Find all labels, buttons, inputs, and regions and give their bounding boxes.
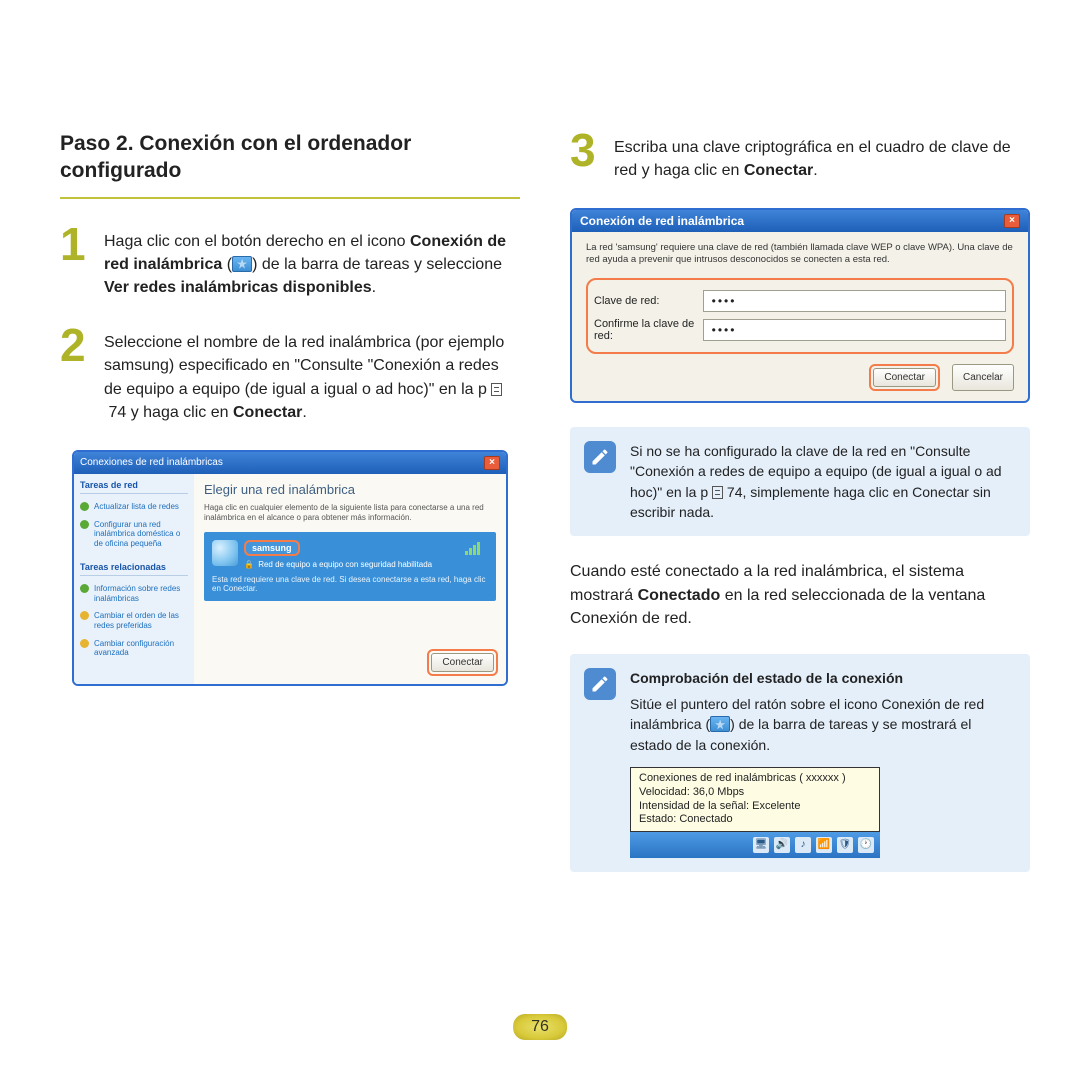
tray-clock-icon[interactable]: 🕐: [858, 837, 874, 853]
wireless-icon: [232, 256, 252, 272]
page-number: 76: [513, 1014, 567, 1040]
step-1: 1 Haga clic con el botón derecho en el i…: [60, 224, 520, 300]
inputs-highlight: Clave de red: •••• Confirme la clave de …: [586, 278, 1014, 354]
choose-network-subtext: Haga clic en cualquier elemento de la si…: [204, 503, 496, 522]
step-2: 2 Seleccione el nombre de la red inalámb…: [60, 325, 520, 424]
step-number: 3: [570, 130, 604, 182]
note-box-status: Comprobación del estado de la conexión S…: [570, 654, 1030, 872]
dialog-info-text: La red 'samsung' requiere una clave de r…: [586, 242, 1014, 266]
tray-music-icon[interactable]: ♪: [795, 837, 811, 853]
note-box: Si no se ha configurado la clave de la r…: [570, 427, 1030, 536]
step-3: 3 Escriba una clave criptográfica en el …: [570, 130, 1030, 182]
close-icon[interactable]: ×: [1004, 214, 1020, 228]
dialog-title: Conexión de red inalámbrica: [580, 214, 744, 228]
page-ref-icon: [491, 383, 502, 396]
confirm-key-label: Confirme la clave de red:: [594, 318, 703, 342]
adhoc-network-icon: [212, 540, 238, 566]
wireless-networks-window: Conexiones de red inalámbricas × Tareas …: [72, 450, 508, 686]
pencil-icon: [584, 668, 616, 700]
sidebar: Tareas de red Actualizar lista de redes …: [74, 474, 194, 684]
connect-button-highlight: Conectar: [869, 364, 940, 391]
network-item[interactable]: samsung Red de equipo a equipo con segur…: [204, 532, 496, 601]
main-panel: Elegir una red inalámbrica Haga clic en …: [194, 474, 506, 684]
pencil-icon: [584, 441, 616, 473]
tray-monitor-icon[interactable]: 🖥: [753, 837, 769, 853]
choose-network-heading: Elegir una red inalámbrica: [204, 482, 496, 497]
step-number: 1: [60, 224, 94, 300]
tooltip-screenshot: Conexiones de red inalámbricas ( xxxxxx …: [630, 767, 880, 858]
sidebar-heading: Tareas relacionadas: [80, 562, 188, 576]
connect-button-highlight: Conectar: [427, 649, 498, 676]
page-ref-icon: [712, 486, 723, 499]
sidebar-heading: Tareas de red: [80, 480, 188, 494]
tooltip-box: Conexiones de red inalámbricas ( xxxxxx …: [630, 767, 880, 832]
network-type: Red de equipo a equipo con seguridad hab…: [258, 560, 432, 569]
note-title: Comprobación del estado de la conexión: [630, 668, 1014, 688]
network-key-input[interactable]: ••••: [703, 290, 1006, 312]
note-text: Sitúe el puntero del ratón sobre el icon…: [630, 694, 1014, 755]
tray-shield-icon[interactable]: 🛡: [837, 837, 853, 853]
network-key-dialog: Conexión de red inalámbrica × La red 'sa…: [570, 208, 1030, 403]
sidebar-link-info[interactable]: Información sobre redes inalámbricas: [80, 580, 188, 607]
close-icon[interactable]: ×: [484, 456, 500, 470]
left-column: Paso 2. Conexión con el ordenador config…: [60, 130, 520, 872]
step-text: Escriba una clave criptográfica en el cu…: [614, 130, 1030, 182]
connect-button[interactable]: Conectar: [431, 653, 494, 672]
signal-strength-icon: [464, 542, 488, 556]
network-key-label: Clave de red:: [594, 295, 703, 307]
network-description: Esta red requiere una clave de red. Si d…: [212, 569, 488, 593]
connect-button[interactable]: Conectar: [873, 368, 936, 387]
system-tray: 🖥 🔊 ♪ 📶 🛡 🕐: [630, 832, 880, 858]
right-column: 3 Escriba una clave criptográfica en el …: [570, 130, 1030, 872]
dialog-titlebar: Conexión de red inalámbrica ×: [572, 210, 1028, 232]
step-text: Haga clic con el botón derecho en el ico…: [104, 224, 520, 300]
step-number: 2: [60, 325, 94, 424]
sidebar-link-order[interactable]: Cambiar el orden de las redes preferidas: [80, 607, 188, 634]
section-title: Paso 2. Conexión con el ordenador config…: [60, 130, 520, 185]
section-underline: [60, 197, 520, 199]
sidebar-link-refresh[interactable]: Actualizar lista de redes: [80, 498, 188, 516]
cancel-button[interactable]: Cancelar: [952, 364, 1014, 391]
tray-wifi-icon[interactable]: 📶: [816, 837, 832, 853]
sidebar-link-advanced[interactable]: Cambiar configuración avanzada: [80, 635, 188, 662]
confirm-key-input[interactable]: ••••: [703, 319, 1006, 341]
window-title: Conexiones de red inalámbricas: [80, 457, 223, 468]
body-paragraph: Cuando esté conectado a la red inalámbri…: [570, 560, 1030, 630]
window-titlebar: Conexiones de red inalámbricas ×: [74, 452, 506, 474]
step-text: Seleccione el nombre de la red inalámbri…: [104, 325, 520, 424]
network-name-highlight: samsung: [244, 540, 300, 556]
tray-sound-icon[interactable]: 🔊: [774, 837, 790, 853]
sidebar-link-setup[interactable]: Configurar una red inalámbrica doméstica…: [80, 516, 188, 553]
wireless-icon: [710, 716, 730, 732]
lock-icon: [244, 560, 256, 569]
